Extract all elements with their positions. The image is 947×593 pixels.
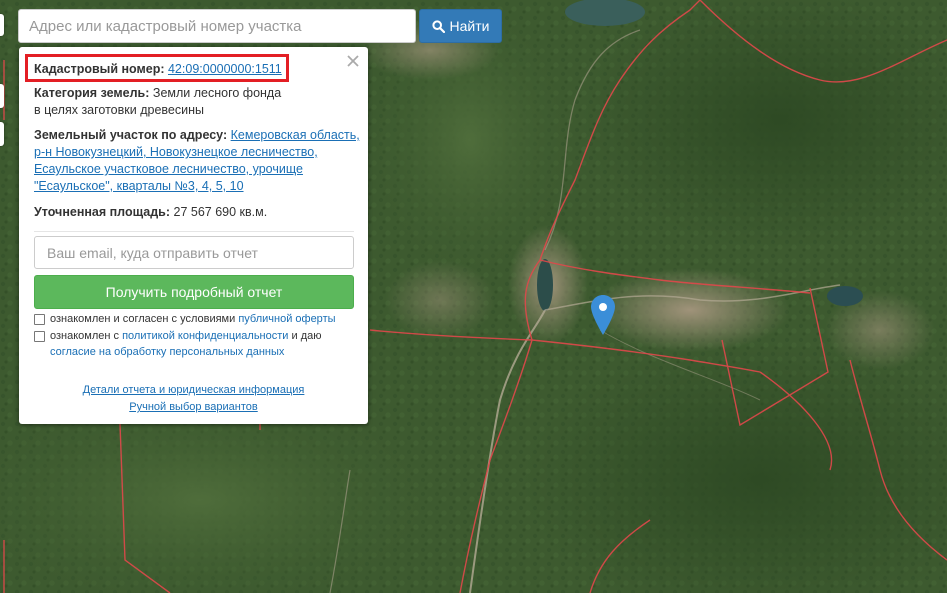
report-details-link[interactable]: Детали отчета и юридическая информация: [83, 384, 305, 396]
privacy-agreement-text: ознакомлен с политикой конфиденциальност…: [50, 328, 355, 360]
search-icon: [431, 19, 445, 33]
get-report-button[interactable]: Получить подробный отчет: [34, 275, 354, 309]
cadastral-number-row: Кадастровый номер: 42:09:0000000:1511: [34, 61, 282, 78]
privacy-agreement-mid: и даю: [291, 330, 322, 342]
address-link-line4[interactable]: "Есаульское", кварталы №3, 4, 5, 10: [34, 179, 244, 193]
area-value: 27 567 690 кв.м.: [173, 205, 268, 219]
map-control-zoom-in[interactable]: [0, 14, 4, 36]
offer-checkbox[interactable]: [34, 314, 45, 325]
privacy-policy-link[interactable]: политикой конфиденциальности: [122, 330, 288, 342]
cadastral-number-label: Кадастровый номер:: [34, 62, 165, 76]
privacy-checkbox[interactable]: [34, 331, 45, 342]
map-control-layers[interactable]: [0, 84, 4, 108]
data-processing-consent-link[interactable]: согласие на обработку персональных данны…: [50, 346, 284, 358]
offer-agreement-text: ознакомлен и согласен с условиями публич…: [50, 311, 336, 327]
land-category-row: Категория земель: Земли лесного фонда в …: [34, 85, 281, 119]
close-icon[interactable]: [345, 53, 361, 69]
manual-selection-row: Ручной выбор вариантов: [19, 399, 368, 415]
search-input[interactable]: [18, 9, 416, 43]
map-pin-icon[interactable]: [591, 295, 615, 338]
land-category-value: Земли лесного фонда: [152, 86, 282, 100]
land-category-value-cont: в целях заготовки древесины: [34, 103, 204, 117]
offer-agreement-label: ознакомлен и согласен с условиями: [50, 313, 236, 325]
public-offer-link[interactable]: публичной оферты: [238, 313, 335, 325]
search-button-label: Найти: [449, 18, 490, 34]
search-button[interactable]: Найти: [419, 9, 502, 43]
address-link-line2[interactable]: р-н Новокузнецкий, Новокузнецкое лесниче…: [34, 145, 318, 159]
report-details-row: Детали отчета и юридическая информация: [19, 382, 368, 398]
email-field[interactable]: [34, 236, 354, 269]
address-link-line1[interactable]: Кемеровская область,: [231, 128, 360, 142]
address-row: Земельный участок по адресу: Кемеровская…: [34, 127, 360, 195]
cadastral-number-link[interactable]: 42:09:0000000:1511: [168, 62, 282, 76]
privacy-agreement-label: ознакомлен с: [50, 330, 120, 342]
land-category-label: Категория земель:: [34, 86, 150, 100]
parcel-info-panel: Кадастровый номер: 42:09:0000000:1511 Ка…: [19, 47, 368, 424]
area-row: Уточненная площадь: 27 567 690 кв.м.: [34, 204, 267, 221]
map-control-ruler[interactable]: [0, 122, 4, 146]
area-label: Уточненная площадь:: [34, 205, 171, 219]
address-label: Земельный участок по адресу:: [34, 128, 228, 142]
manual-selection-link[interactable]: Ручной выбор вариантов: [129, 401, 257, 413]
panel-divider: [34, 231, 354, 232]
address-link-line3[interactable]: Есаульское участковое лесничество, урочи…: [34, 162, 303, 176]
